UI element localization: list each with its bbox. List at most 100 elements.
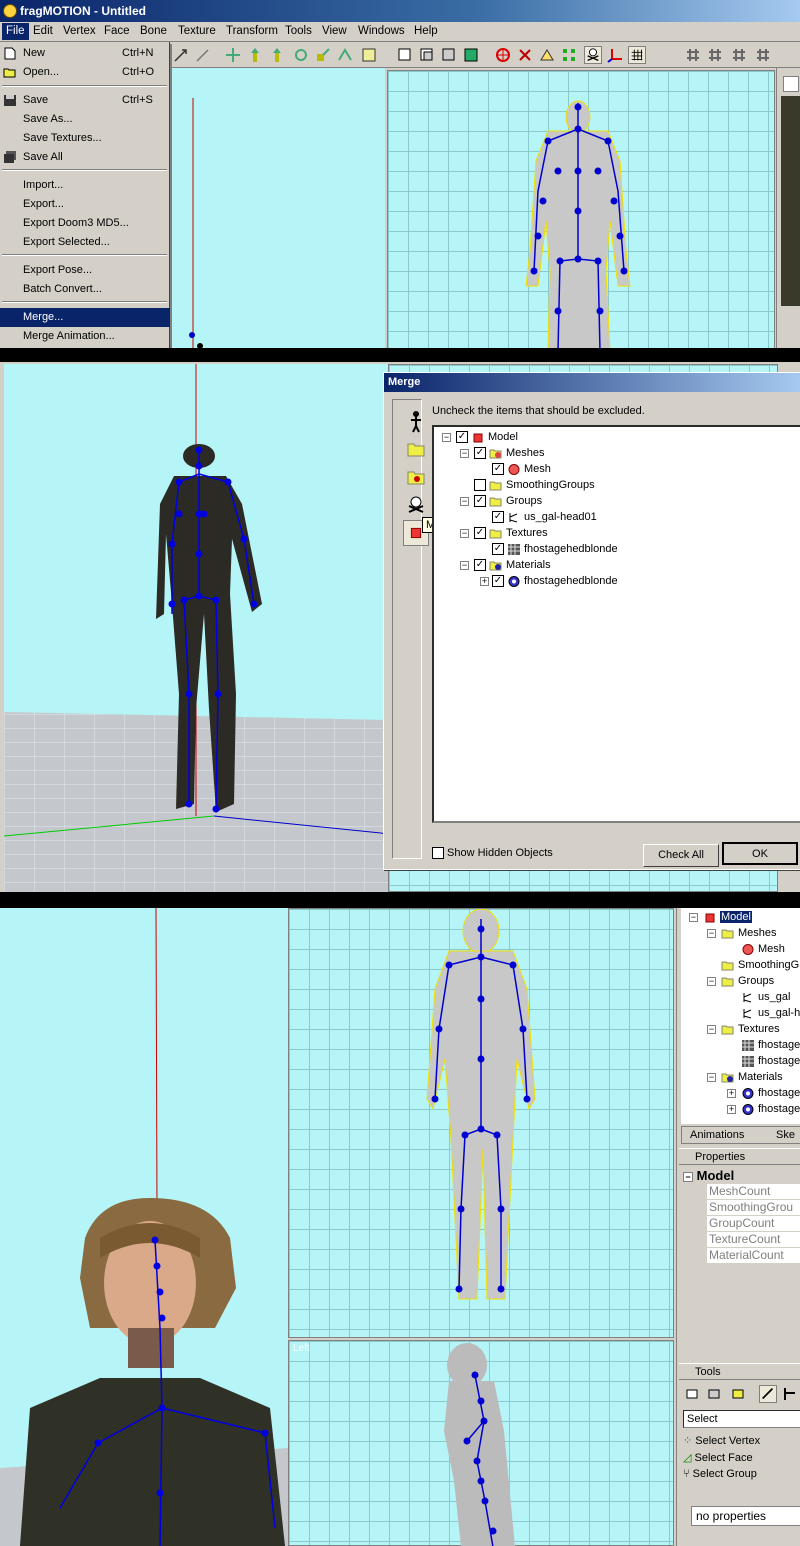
view-front-icon[interactable] — [396, 46, 414, 64]
tree-node-group-1[interactable]: us_gal — [741, 989, 790, 1005]
property-row[interactable]: GroupCount — [707, 1216, 800, 1232]
tree-node-materials[interactable]: ✓ Materials — [474, 557, 551, 573]
menu-item-export-pose[interactable]: Export Pose... — [0, 261, 170, 280]
collapse-toggle[interactable]: − — [460, 497, 469, 506]
target-icon[interactable] — [494, 46, 512, 64]
menu-transform[interactable]: Transform — [226, 25, 278, 37]
select-vertex-tool[interactable]: ⁘ Select Vertex — [683, 1434, 760, 1447]
select-face-tool-icon[interactable] — [707, 1385, 725, 1403]
menu-item-export[interactable]: Export... — [0, 195, 170, 214]
folder-star-icon[interactable] — [403, 464, 429, 490]
snap-bone-icon[interactable] — [754, 46, 772, 64]
rotate-icon[interactable] — [292, 46, 310, 64]
tree-node-smoothing-groups[interactable]: SmoothingGroups — [474, 477, 595, 493]
expand-toggle[interactable]: + — [480, 577, 489, 586]
checkbox-checked[interactable]: ✓ — [492, 543, 504, 556]
menu-item-export-selected[interactable]: Export Selected... — [0, 233, 170, 252]
perspective-viewport[interactable] — [171, 68, 385, 348]
collapse-toggle[interactable]: − — [442, 433, 451, 442]
menu-file[interactable]: File — [2, 23, 29, 40]
snap-grid-icon[interactable] — [706, 46, 724, 64]
menu-tools[interactable]: Tools — [285, 25, 312, 37]
tree-node-material-2[interactable]: fhostage — [741, 1101, 800, 1117]
perspective-viewport[interactable] — [3, 364, 391, 892]
view-side-icon[interactable] — [418, 46, 436, 64]
menu-texture[interactable]: Texture — [178, 25, 216, 37]
checkbox-checked[interactable]: ✓ — [474, 527, 486, 540]
property-row[interactable]: MeshCount — [707, 1184, 800, 1200]
menu-item-save-textures[interactable]: Save Textures... — [0, 129, 170, 148]
skull-bones-icon[interactable] — [403, 492, 429, 518]
show-hidden-option[interactable]: Show Hidden Objects — [432, 847, 553, 860]
tree-node-mesh[interactable]: ✓ Mesh — [492, 461, 551, 477]
tree-node-meshes[interactable]: ✓ Meshes — [474, 445, 545, 461]
check-all-button[interactable]: Check All — [643, 844, 719, 867]
tree-node-texture-2[interactable]: fhostage — [741, 1053, 800, 1069]
collapse-toggle[interactable]: − — [707, 1025, 716, 1034]
move-z-icon[interactable] — [268, 46, 286, 64]
menu-face[interactable]: Face — [104, 25, 130, 37]
menu-edit[interactable]: Edit — [33, 25, 53, 37]
expand-toggle[interactable]: + — [727, 1105, 736, 1114]
checkbox-checked[interactable]: ✓ — [474, 495, 486, 508]
property-row[interactable]: MaterialCount — [707, 1248, 800, 1264]
tree-node-textures[interactable]: ✓ Textures — [474, 525, 548, 541]
tab-skeleton[interactable]: Ske — [776, 1129, 795, 1141]
tree-node-textures[interactable]: Textures — [721, 1021, 780, 1037]
select-group-tool[interactable]: ⑂ Select Group — [683, 1468, 757, 1480]
menu-item-batch-convert[interactable]: Batch Convert... — [0, 280, 170, 299]
tree-node-model[interactable]: ✓ Model — [456, 429, 518, 445]
snap-face-icon[interactable] — [730, 46, 748, 64]
menu-bone[interactable]: Bone — [140, 25, 167, 37]
tree-node-texture-1[interactable]: fhostage — [741, 1037, 800, 1053]
collapse-toggle[interactable]: − — [689, 913, 698, 922]
dock-button[interactable] — [783, 76, 799, 92]
tab-animations[interactable]: Animations — [690, 1129, 744, 1141]
menu-item-save-all[interactable]: Save All — [0, 148, 170, 167]
tree-node-materials[interactable]: Materials — [721, 1069, 783, 1085]
tree-node-groups[interactable]: Groups — [721, 973, 774, 989]
menu-item-merge-animation[interactable]: Merge Animation... — [0, 327, 170, 346]
menu-help[interactable]: Help — [414, 25, 438, 37]
folder-icon[interactable] — [403, 436, 429, 462]
bone-tool-icon[interactable] — [360, 46, 378, 64]
select-group-tool-icon[interactable] — [731, 1385, 749, 1403]
bone-tool-icon[interactable] — [759, 1385, 777, 1403]
property-row[interactable]: SmoothingGrou — [707, 1200, 800, 1216]
normals-icon[interactable] — [538, 46, 556, 64]
menu-windows[interactable]: Windows — [358, 25, 405, 37]
select-vertex-tool-icon[interactable] — [685, 1385, 703, 1403]
checkbox-unchecked[interactable] — [474, 479, 486, 492]
left-viewport[interactable]: Left — [288, 1340, 674, 1546]
move-icon[interactable] — [224, 46, 242, 64]
tree-node-meshes[interactable]: Meshes — [721, 925, 777, 941]
tree-node-group-2[interactable]: us_gal-h — [741, 1005, 800, 1021]
tree-node-mesh[interactable]: Mesh — [741, 941, 785, 957]
tree-node-group-item[interactable]: ✓ us_gal-head01 — [492, 509, 597, 525]
menu-view[interactable]: View — [322, 25, 347, 37]
show-hidden-checkbox[interactable] — [432, 847, 444, 860]
checkbox-checked[interactable]: ✓ — [492, 463, 504, 476]
menu-item-save-as[interactable]: Save As... — [0, 110, 170, 129]
skeleton-toggle-icon[interactable] — [584, 46, 602, 64]
skeleton-figure-icon[interactable] — [403, 408, 429, 434]
checkbox-checked[interactable]: ✓ — [474, 447, 486, 460]
tree-node-material-1[interactable]: fhostage — [741, 1085, 800, 1101]
menu-item-new[interactable]: New Ctrl+N — [0, 44, 170, 63]
expand-toggle[interactable]: + — [727, 1089, 736, 1098]
grid-toggle-icon[interactable] — [628, 46, 646, 64]
checkbox-checked[interactable]: ✓ — [474, 559, 486, 572]
mirror-icon[interactable] — [336, 46, 354, 64]
tree-node-model[interactable]: Model — [703, 909, 752, 925]
tree-node-groups[interactable]: ✓ Groups — [474, 493, 542, 509]
checkbox-checked[interactable]: ✓ — [492, 575, 504, 588]
property-row[interactable]: TextureCount — [707, 1232, 800, 1248]
tool-mode-select[interactable]: Select — [683, 1410, 800, 1428]
move-y-icon[interactable] — [246, 46, 264, 64]
view-persp-icon[interactable] — [462, 46, 480, 64]
collapse-toggle[interactable]: − — [707, 977, 716, 986]
view-top-icon[interactable] — [440, 46, 458, 64]
lasso-icon[interactable] — [194, 46, 212, 64]
collapse-toggle[interactable]: − — [460, 561, 469, 570]
collapse-toggle[interactable]: − — [683, 1172, 693, 1182]
